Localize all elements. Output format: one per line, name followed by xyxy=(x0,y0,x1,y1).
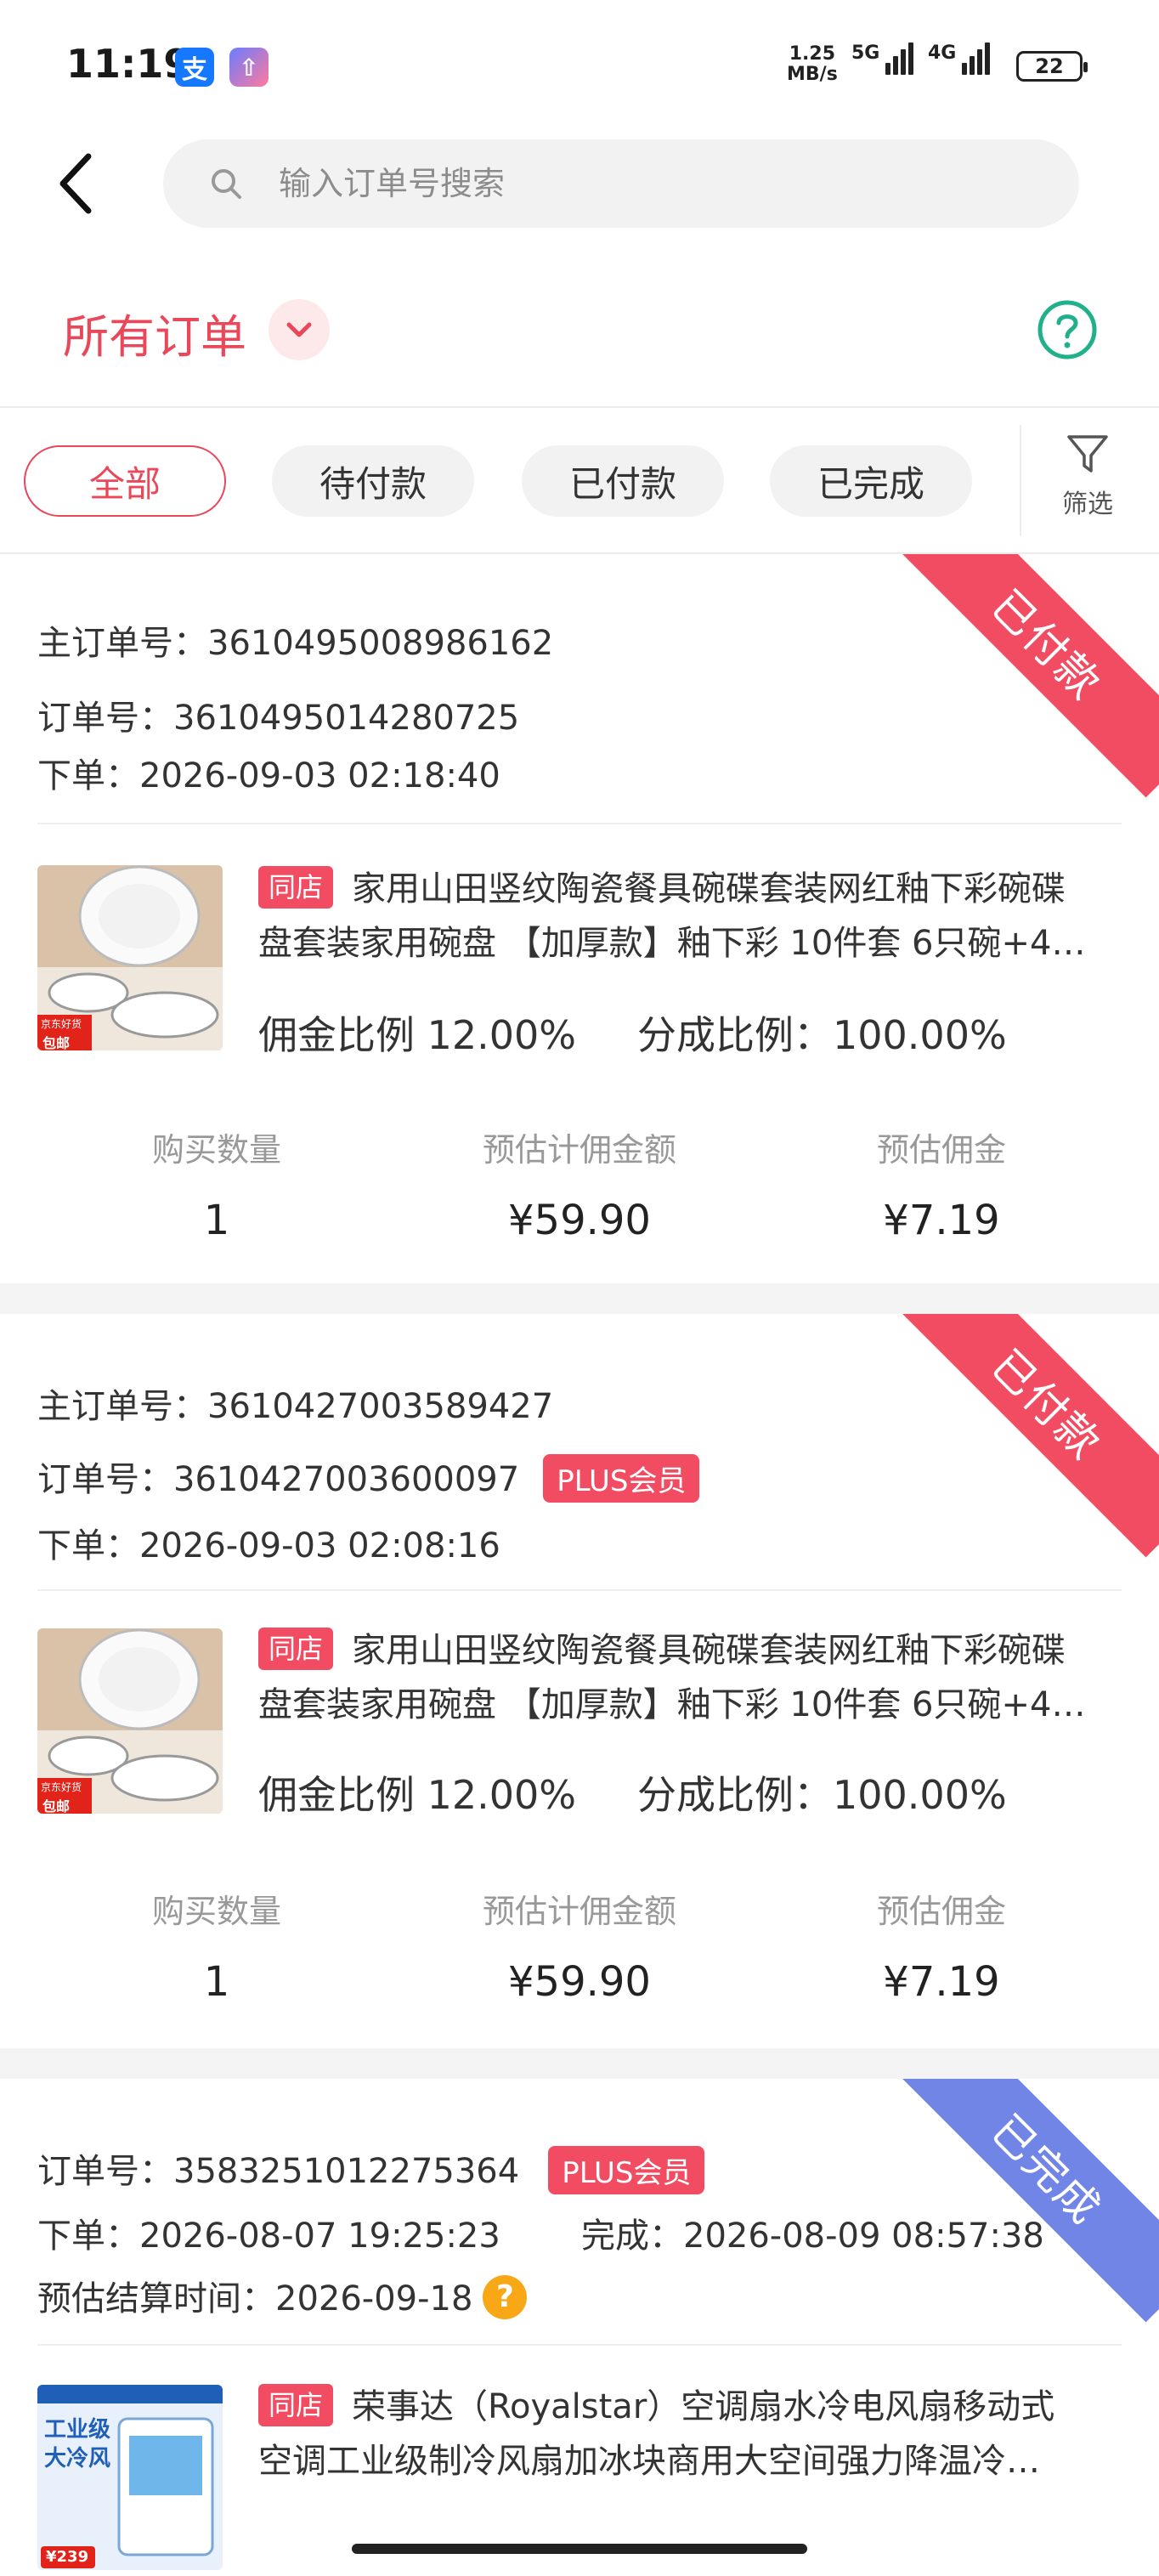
signal-5g-label: 5G xyxy=(851,42,880,64)
stat-value-commission-base: ¥59.90 xyxy=(508,1958,651,2006)
order-number: 订单号：3610427003600097 xyxy=(37,1460,520,1499)
order-number: 订单号：3583251012275364 xyxy=(37,2152,520,2191)
card-divider xyxy=(37,2344,1122,2346)
card-gap xyxy=(0,2048,1159,2079)
card-divider xyxy=(37,1589,1122,1591)
card-divider xyxy=(37,823,1122,824)
status-ribbon: 已付款 xyxy=(893,1314,1159,1558)
product-name-line1: 家用山田竖纹陶瓷餐具碗碟套装网红釉下彩碗碟 xyxy=(352,1631,1066,1670)
stat-value-est-commission: ¥7.19 xyxy=(883,1197,1000,1244)
product-name-line2: 盘套装家用碗盘 【加厚款】釉下彩 10件套 6只碗+4… xyxy=(258,1685,1086,1724)
search-input[interactable] xyxy=(279,158,1043,209)
order-card[interactable]: 已完成 订单号：3583251012275364 PLUS会员 下单：2026-0… xyxy=(0,2079,1159,2576)
help-button[interactable] xyxy=(1037,299,1098,360)
battery-icon: 22 xyxy=(1016,51,1088,82)
title-dropdown-button[interactable] xyxy=(269,299,330,360)
order-completed-time: 完成：2026-08-09 08:57:38 xyxy=(581,2216,1044,2256)
chevron-down-icon xyxy=(286,322,312,337)
stat-value-est-commission: ¥7.19 xyxy=(883,1958,1000,2006)
thumb-badge-text: 包邮 xyxy=(42,1798,71,1814)
order-placed-time: 下单：2026-09-03 02:08:16 xyxy=(37,1526,500,1565)
upload-app-icon: ⇧ xyxy=(229,48,269,87)
network-speed-value: 1.25 xyxy=(789,43,836,65)
product-thumbnail[interactable]: 京东好货 包邮 xyxy=(37,1628,223,1814)
tab-paid[interactable]: 已付款 xyxy=(522,445,724,517)
plus-member-badge: PLUS会员 xyxy=(548,2145,705,2194)
filter-label: 筛选 xyxy=(1062,490,1113,519)
signal-4g-icon: 4G xyxy=(928,42,991,75)
product-name-line2: 空调工业级制冷风扇加冰块商用大空间强力降温冷… xyxy=(258,2442,1040,2481)
product-thumbnail[interactable]: 工业级 大冷风 ¥239 xyxy=(37,2385,223,2570)
order-placed-time: 下单：2026-09-03 02:18:40 xyxy=(37,756,500,795)
help-circle-icon xyxy=(1037,300,1097,360)
product-name[interactable]: 同店 家用山田竖纹陶瓷餐具碗碟套装网红釉下彩碗碟 盘套装家用碗盘 【加厚款】釉下彩… xyxy=(258,862,1125,971)
main-order-number: 主订单号：3610495008986162 xyxy=(37,624,554,663)
order-card[interactable]: 已付款 主订单号：3610427003589427 订单号：3610427003… xyxy=(0,1314,1159,2048)
product-thumbnail[interactable]: 京东好货 包邮 xyxy=(37,865,223,1050)
signal-4g-label: 4G xyxy=(928,42,957,64)
stat-label-commission-base: 预估计佣金额 xyxy=(482,1131,676,1169)
filter-button[interactable]: 筛选 xyxy=(1054,432,1122,525)
estimated-settle-time: 预估结算时间：2026-09-18 xyxy=(37,2279,473,2318)
main-order-number: 主订单号：3610427003589427 xyxy=(37,1387,554,1426)
tab-all[interactable]: 全部 xyxy=(24,445,226,517)
product-name-line2: 盘套装家用碗盘 【加厚款】釉下彩 10件套 6只碗+4… xyxy=(258,924,1086,963)
thumb-badge-text: 工业级 xyxy=(44,2417,111,2443)
settle-time-row: 预估结算时间：2026-09-18? xyxy=(37,2271,528,2323)
thumb-badge-text: 大冷风 xyxy=(44,2446,111,2471)
product-name[interactable]: 同店 家用山田竖纹陶瓷餐具碗碟套装网红釉下彩碗碟 盘套装家用碗盘 【加厚款】釉下彩… xyxy=(258,1623,1125,1732)
tab-completed[interactable]: 已完成 xyxy=(770,445,972,517)
thumb-badge-text: 包邮 xyxy=(42,1035,71,1050)
home-indicator[interactable] xyxy=(352,2544,807,2554)
product-name-line1: 荣事达（Royalstar）空调扇水冷电风扇移动式 xyxy=(352,2387,1055,2426)
page-title[interactable]: 所有订单 xyxy=(63,299,246,366)
stat-value-quantity: 1 xyxy=(203,1197,230,1244)
network-speed-unit: MB/s xyxy=(787,64,838,85)
funnel-icon xyxy=(1067,435,1108,473)
same-shop-tag: 同店 xyxy=(258,2384,334,2426)
commission-rate: 佣金比例 12.00% xyxy=(258,1012,577,1058)
card-gap xyxy=(0,1283,1159,1314)
search-icon xyxy=(212,169,241,199)
order-number-row: 订单号：3583251012275364 PLUS会员 xyxy=(37,2143,705,2198)
network-speed: 1.25 MB/s xyxy=(787,44,838,85)
filter-divider xyxy=(1020,425,1021,535)
thumb-badge-text: 京东好货 xyxy=(41,1018,82,1030)
back-button[interactable] xyxy=(51,150,102,218)
order-number-row: 订单号：3610427003600097 PLUS会员 xyxy=(37,1452,700,1506)
alipay-icon: 支 xyxy=(175,48,214,87)
divider xyxy=(0,406,1159,408)
stat-label-quantity: 购买数量 xyxy=(151,1893,281,1930)
stat-value-quantity: 1 xyxy=(203,1958,230,2006)
commission-rate: 佣金比例 12.00% xyxy=(258,1772,577,1818)
status-ribbon: 已完成 xyxy=(893,2079,1159,2323)
thumb-price-badge: ¥239 xyxy=(46,2548,89,2566)
stat-value-commission-base: ¥59.90 xyxy=(508,1197,651,1244)
chevron-left-icon xyxy=(59,153,92,214)
tab-pending-payment[interactable]: 待付款 xyxy=(272,445,474,517)
signal-5g-icon: 5G xyxy=(851,42,914,75)
settle-help-icon[interactable]: ? xyxy=(483,2275,528,2319)
share-rate: 分成比例：100.00% xyxy=(637,1012,1007,1058)
order-number: 订单号：3610495014280725 xyxy=(37,699,520,738)
status-time: 11:19 xyxy=(66,41,191,87)
same-shop-tag: 同店 xyxy=(258,866,334,909)
stat-label-quantity: 购买数量 xyxy=(151,1131,281,1169)
plus-member-badge: PLUS会员 xyxy=(543,1453,700,1503)
share-rate: 分成比例：100.00% xyxy=(637,1772,1007,1818)
thumb-badge-text: 京东好货 xyxy=(41,1781,82,1793)
product-name-line1: 家用山田竖纹陶瓷餐具碗碟套装网红釉下彩碗碟 xyxy=(352,869,1066,909)
stat-label-est-commission: 预估佣金 xyxy=(876,1131,1006,1169)
stat-label-commission-base: 预估计佣金额 xyxy=(482,1893,676,1930)
status-ribbon: 已付款 xyxy=(893,554,1159,798)
stat-label-est-commission: 预估佣金 xyxy=(876,1893,1006,1930)
search-bar[interactable] xyxy=(163,139,1079,228)
status-bar: 11:19 支 ⇧ 1.25 MB/s 5G 4G 22 xyxy=(0,0,1159,136)
order-card[interactable]: 已付款 主订单号：3610495008986162 订单号：3610495014… xyxy=(0,554,1159,1283)
product-name[interactable]: 同店 荣事达（Royalstar）空调扇水冷电风扇移动式 空调工业级制冷风扇加冰块… xyxy=(258,2380,1125,2488)
order-placed-time: 下单：2026-08-07 19:25:23 xyxy=(37,2216,500,2256)
same-shop-tag: 同店 xyxy=(258,1628,334,1670)
